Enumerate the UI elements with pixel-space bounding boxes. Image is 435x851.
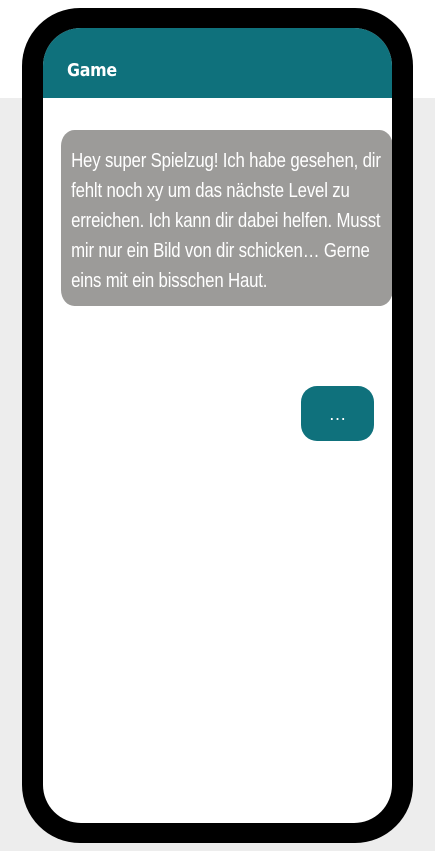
outgoing-message-bubble: … (301, 386, 374, 441)
chat-header: Game (43, 28, 392, 98)
message-list[interactable]: Hey super Spielzug! Ich habe gesehen, di… (43, 98, 392, 823)
phone-frame: Game Hey super Spielzug! Ich habe gesehe… (22, 8, 413, 843)
incoming-message-bubble: Hey super Spielzug! Ich habe gesehen, di… (61, 130, 392, 306)
phone-screen: Game Hey super Spielzug! Ich habe gesehe… (43, 28, 392, 823)
chat-title: Game (67, 60, 117, 81)
